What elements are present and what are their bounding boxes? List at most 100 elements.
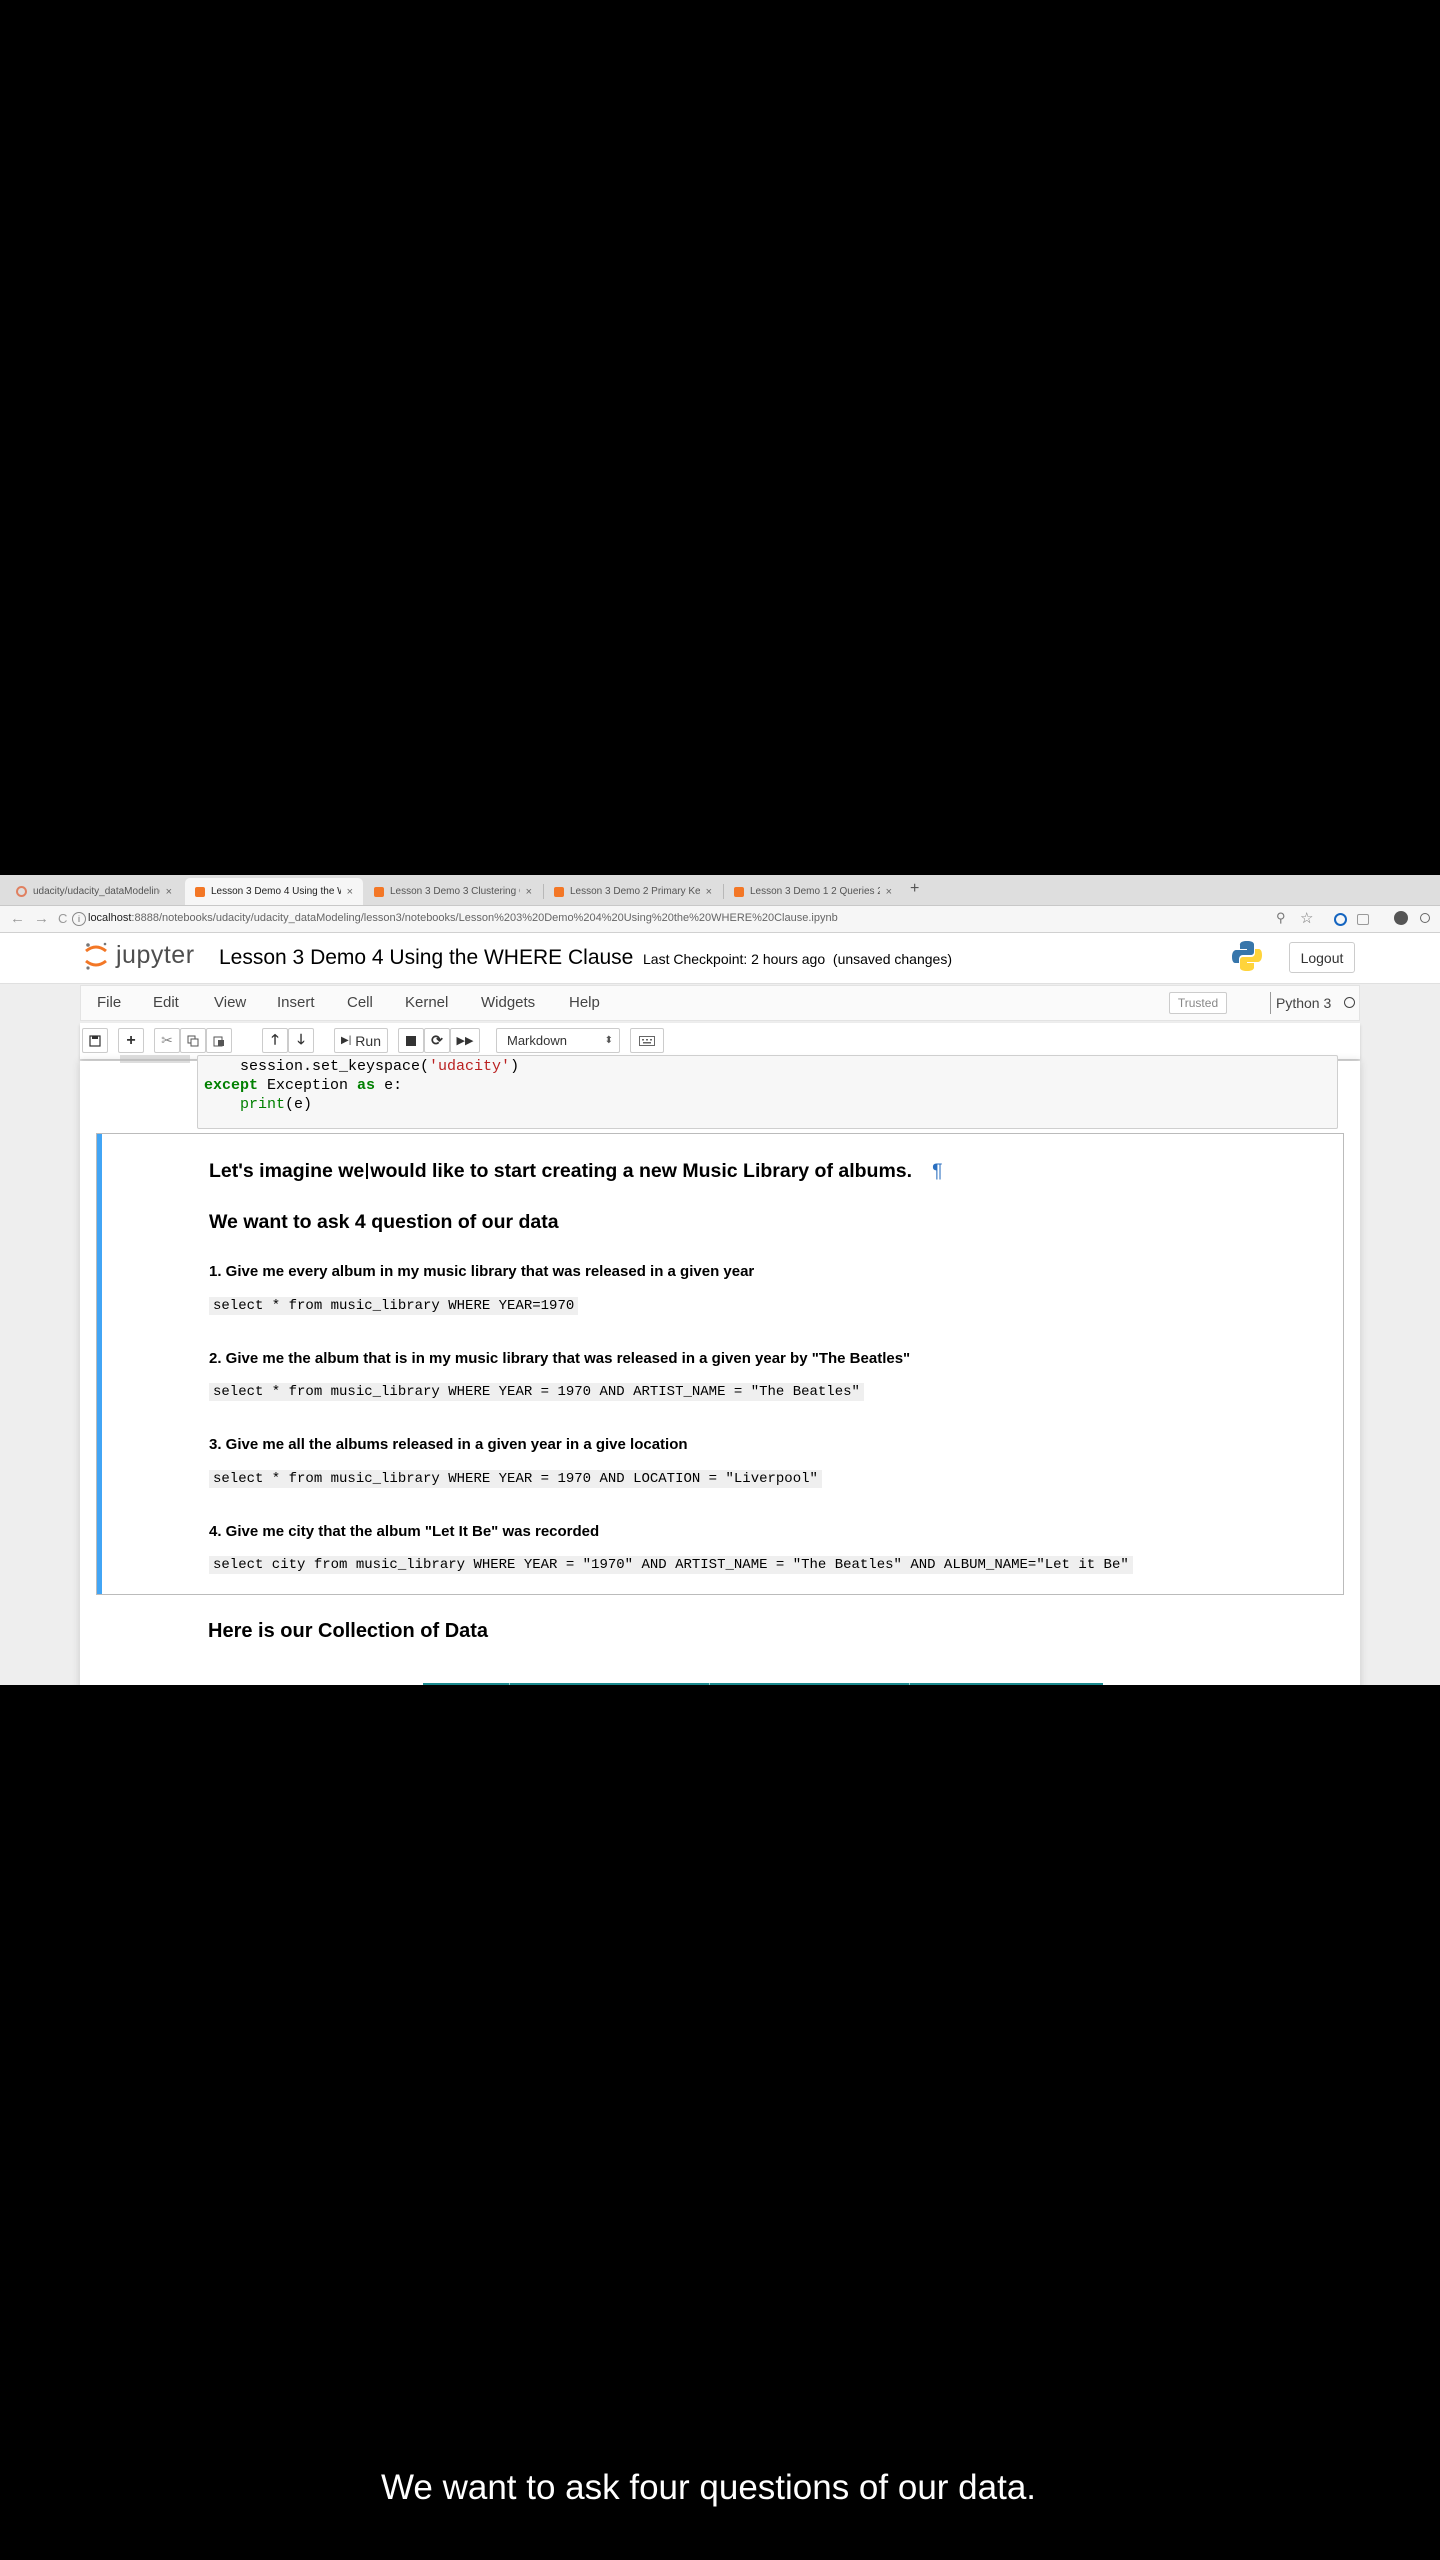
move-up-button[interactable]: 🡑 (262, 1028, 288, 1053)
tab-title: Lesson 3 Demo 4 Using the W (211, 886, 341, 897)
paste-button[interactable] (206, 1028, 232, 1053)
run-button[interactable]: ▶| Run (334, 1028, 388, 1053)
browser-tab[interactable]: Lesson 3 Demo 2 Primary Key × (544, 878, 722, 905)
markdown-cell[interactable]: Let's imagine we would like to start crea… (96, 1133, 1344, 1595)
code-keyword: except (204, 1077, 259, 1094)
menu-help[interactable]: Help (569, 994, 600, 1011)
browser-tab-active[interactable]: Lesson 3 Demo 4 Using the W × (185, 878, 363, 905)
jupyter-icon (195, 886, 205, 897)
url-host: localhost (88, 912, 132, 924)
menu-insert[interactable]: Insert (277, 994, 315, 1011)
menu-edit[interactable]: Edit (153, 994, 179, 1011)
selected-cell-indicator (97, 1134, 102, 1594)
close-icon[interactable]: × (166, 886, 172, 898)
heading-questions: We want to ask 4 question of our data (209, 1211, 559, 1233)
data-table-header (423, 1683, 1103, 1685)
cut-button[interactable]: ✂ (154, 1028, 180, 1053)
fast-forward-icon: ▶▶ (456, 1035, 474, 1047)
menu-kernel[interactable]: Kernel (405, 994, 448, 1011)
tab-title: Lesson 3 Demo 2 Primary Key (570, 886, 700, 897)
back-icon[interactable]: ← (10, 910, 25, 927)
jupyter-wordmark: jupyter (116, 941, 195, 969)
logout-button[interactable]: Logout (1289, 942, 1355, 973)
query-code: select * from music_library WHERE YEAR =… (209, 1383, 864, 1401)
menu-icon[interactable] (1420, 913, 1430, 923)
jupyter-header: jupyter Lesson 3 Demo 4 Using the WHERE … (0, 933, 1440, 984)
table-column-divider (509, 1683, 510, 1685)
code-line: except Exception as e: (204, 1077, 402, 1094)
close-icon[interactable]: × (706, 886, 712, 898)
new-tab-button[interactable]: + (910, 880, 919, 898)
kernel-name[interactable]: Python 3 (1270, 992, 1331, 1014)
heading-text: Let's imagine we (209, 1160, 365, 1182)
menu-view[interactable]: View (214, 994, 246, 1011)
unsaved-text: (unsaved changes) (832, 951, 952, 967)
code-text: Exception (258, 1077, 358, 1094)
question-text: 1. Give me every album in my music libra… (209, 1263, 755, 1280)
input-prompt (120, 1055, 190, 1063)
zoom-icon[interactable]: ⚲ (1276, 910, 1286, 926)
tab-title: udacity/udacity_dataModeling: (33, 886, 160, 897)
star-icon[interactable]: ☆ (1300, 909, 1313, 927)
jupyter-icon (734, 886, 744, 897)
code-line: print(e) (204, 1096, 312, 1113)
step-forward-icon: ▶| (341, 1035, 352, 1046)
copy-button[interactable] (180, 1028, 206, 1053)
checkpoint-text: Last Checkpoint: 2 hours ago (643, 951, 826, 967)
checkpoint-status: Last Checkpoint: 2 hours ago (unsaved ch… (643, 951, 952, 967)
url-field[interactable]: localhost:8888/notebooks/udacity/udacity… (88, 912, 838, 924)
forward-icon[interactable]: → (34, 910, 49, 927)
question-text: 3. Give me all the albums released in a … (209, 1436, 688, 1453)
code-string: 'udacity' (429, 1058, 511, 1075)
heading-intro: Let's imagine we would like to start crea… (209, 1160, 943, 1183)
python-logo-icon (1232, 941, 1262, 971)
interrupt-button[interactable] (398, 1028, 424, 1053)
insert-cell-button[interactable]: + (118, 1028, 144, 1053)
code-text: ) (510, 1058, 520, 1075)
query-code: select * from music_library WHERE YEAR =… (209, 1470, 822, 1488)
video-subtitle: We want to ask four questions of our dat… (373, 2466, 1045, 2510)
menu-cell[interactable]: Cell (347, 994, 373, 1011)
cell-type-value: Markdown (507, 1033, 567, 1048)
plus-icon: + (126, 1031, 136, 1049)
question-text: 2. Give me the album that is in my music… (209, 1350, 911, 1367)
browser-tab[interactable]: Lesson 3 Demo 1 2 Queries 2 × (724, 878, 902, 905)
menu-widgets[interactable]: Widgets (481, 994, 535, 1011)
heading-text: would like to start creating a new Music… (370, 1160, 913, 1182)
close-icon[interactable]: × (347, 886, 353, 898)
info-icon[interactable]: i (72, 912, 86, 926)
menubar: File Edit View Insert Cell Kernel Widget… (80, 985, 1360, 1021)
menu-file[interactable]: File (97, 994, 121, 1011)
tab-title: Lesson 3 Demo 1 2 Queries 2 (750, 886, 880, 897)
close-icon[interactable]: × (526, 886, 532, 898)
reload-icon[interactable]: C (58, 911, 67, 926)
run-label: Run (355, 1032, 381, 1049)
move-down-button[interactable]: 🡓 (288, 1028, 314, 1053)
anchor-link[interactable]: ¶ (932, 1160, 942, 1182)
code-cell[interactable]: session.set_keyspace('udacity') except E… (197, 1055, 1338, 1129)
table-column-divider (909, 1683, 910, 1685)
restart-run-all-button[interactable]: ▶▶ (450, 1028, 480, 1053)
code-builtin: print (240, 1096, 286, 1113)
code-text: (e) (285, 1096, 313, 1113)
extension-icon[interactable] (1334, 913, 1347, 926)
jupyter-logo[interactable]: jupyter (84, 939, 224, 973)
save-button[interactable] (82, 1028, 108, 1053)
save-icon (89, 1034, 101, 1047)
extension-icon[interactable] (1357, 914, 1369, 925)
avatar[interactable] (1394, 911, 1408, 925)
keyboard-icon (639, 1035, 655, 1046)
screen: udacity/udacity_dataModeling: × Lesson 3… (0, 875, 1440, 1685)
collection-heading: Here is our Collection of Data (208, 1620, 489, 1642)
arrow-down-icon: 🡓 (297, 1030, 305, 1047)
command-palette-button[interactable] (630, 1028, 664, 1053)
browser-tab[interactable]: udacity/udacity_dataModeling: × (6, 878, 182, 905)
cell-type-select[interactable]: Markdown ⬍ (496, 1028, 620, 1053)
address-bar: ← → C i localhost:8888/notebooks/udacity… (0, 906, 1440, 933)
trusted-indicator[interactable]: Trusted (1169, 992, 1227, 1014)
restart-button[interactable]: ⟳ (424, 1028, 450, 1053)
copy-icon (187, 1035, 199, 1046)
close-icon[interactable]: × (886, 886, 892, 898)
browser-tab[interactable]: Lesson 3 Demo 3 Clustering C × (364, 878, 542, 905)
notebook-title[interactable]: Lesson 3 Demo 4 Using the WHERE Clause (219, 946, 633, 970)
